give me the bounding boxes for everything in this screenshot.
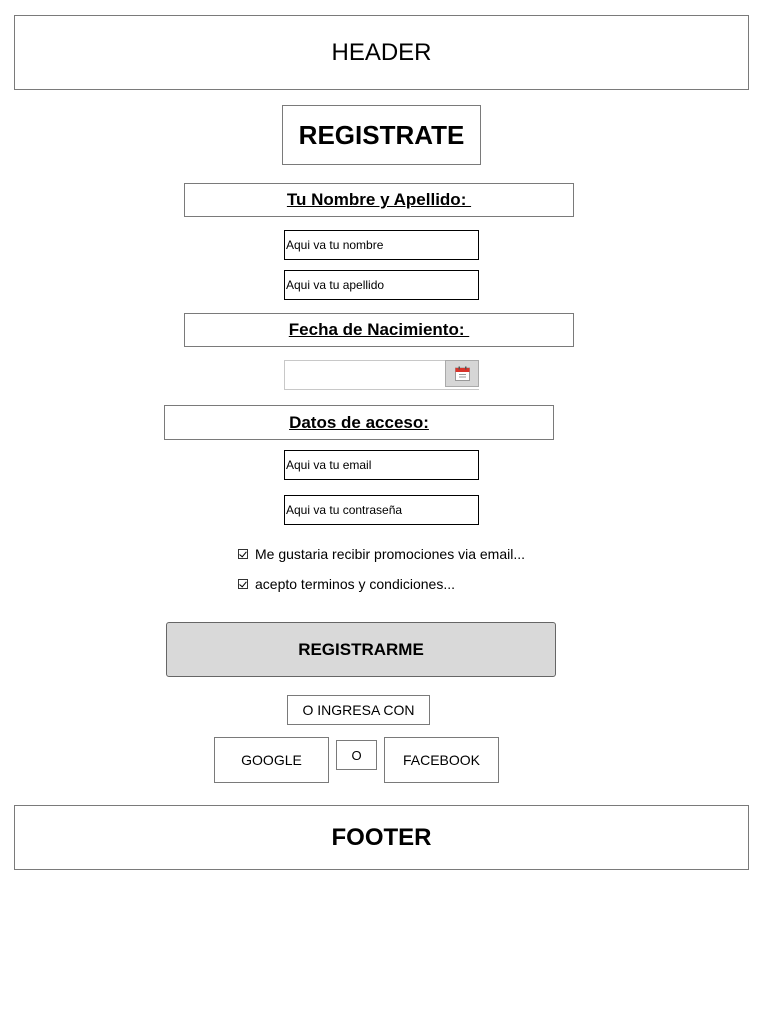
page-footer: FOOTER	[14, 805, 749, 870]
promo-checkbox[interactable]	[238, 549, 248, 559]
date-picker-button[interactable]	[445, 360, 479, 387]
promo-checkbox-label: Me gustaria recibir promociones via emai…	[255, 546, 525, 562]
name-section-text: Tu Nombre y Apellido:	[286, 190, 472, 209]
page-title-text: REGISTRATE	[298, 119, 465, 150]
access-section-text: Datos de acceso:	[289, 412, 429, 432]
facebook-button-label: FACEBOOK	[402, 752, 481, 768]
last-name-input[interactable]	[284, 270, 479, 300]
register-button-label: REGISTRARME	[298, 639, 424, 659]
header-label: HEADER	[331, 38, 432, 66]
footer-label: FOOTER	[331, 823, 432, 851]
or-login-with-text: O INGRESA CON	[302, 702, 415, 718]
password-input[interactable]	[284, 495, 479, 525]
birthdate-section-label: Fecha de Nacimiento:	[184, 313, 574, 347]
calendar-icon	[454, 366, 470, 381]
page-title: REGISTRATE	[282, 105, 481, 165]
terms-checkbox[interactable]	[238, 579, 248, 589]
access-section-label: Datos de acceso:	[164, 405, 554, 440]
google-button-label: GOOGLE	[241, 752, 302, 768]
page-header: HEADER	[14, 15, 749, 90]
first-name-input[interactable]	[284, 230, 479, 260]
email-input[interactable]	[284, 450, 479, 480]
promo-checkbox-row[interactable]: Me gustaria recibir promociones via emai…	[238, 545, 525, 563]
or-login-with-label: O INGRESA CON	[287, 695, 430, 725]
register-button[interactable]: REGISTRARME	[166, 622, 556, 677]
facebook-login-button[interactable]: FACEBOOK	[384, 737, 499, 783]
name-section-label: Tu Nombre y Apellido:	[184, 183, 574, 217]
birthdate-section-text: Fecha de Nacimiento:	[288, 320, 470, 339]
or-separator: O	[336, 740, 377, 770]
or-separator-text: O	[351, 747, 362, 763]
google-login-button[interactable]: GOOGLE	[214, 737, 329, 783]
terms-checkbox-label: acepto terminos y condiciones...	[255, 576, 455, 592]
terms-checkbox-row[interactable]: acepto terminos y condiciones...	[238, 575, 455, 593]
